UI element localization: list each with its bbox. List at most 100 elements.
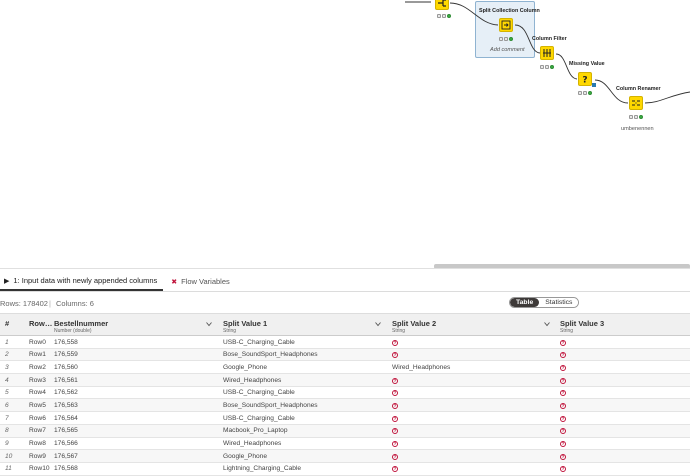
row-index[interactable]: 11 [5,465,12,472]
cell-split-value-2[interactable]: ? [392,389,398,397]
cell-split-value-1[interactable]: USB-C_Charging_Cable [223,339,295,346]
table-row[interactable]: 9 Row8 176,566 Wired_Headphones?? [0,437,690,451]
cell-bestellnummer[interactable]: 176,559 [54,351,78,358]
column-header-split-value-3[interactable]: Split Value 3 String [560,314,690,336]
tab-flow-variables[interactable]: ✖ Flow Variables [167,272,236,291]
row-id[interactable]: Row1 [29,351,46,358]
node-comment-column-renamer[interactable]: umbenennen [621,126,654,132]
row-id[interactable]: Row9 [29,453,46,460]
row-index[interactable]: 6 [5,402,9,409]
cell-split-value-3[interactable]: ? [560,389,566,397]
table-row[interactable]: 1 Row0 176,558 USB-C_Charging_Cable?? [0,336,690,349]
cell-split-value-1[interactable]: Wired_Headphones [223,440,281,447]
cell-split-value-3[interactable]: ? [560,415,566,422]
cell-split-value-1[interactable]: Bose_SoundSport_Headphones [223,351,318,358]
cell-split-value-3[interactable]: ? [560,465,566,473]
workflow-node-top-left[interactable] [435,0,449,10]
row-id[interactable]: Row7 [29,427,46,434]
cell-split-value-1[interactable]: Bose_SoundSport_Headphones [223,402,318,409]
cell-bestellnummer[interactable]: 176,567 [54,453,78,460]
missing-value-icon: ? [560,377,566,384]
cell-split-value-2[interactable]: ? [392,377,398,384]
cell-split-value-3[interactable]: ? [560,377,566,384]
cell-split-value-2[interactable]: Wired_Headphones [392,364,450,371]
row-id[interactable]: Row10 [29,465,50,472]
workflow-canvas[interactable]: Split Collection Column Add comment Colu… [0,0,690,264]
table-row[interactable]: 4 Row3 176,561 Wired_Headphones?? [0,374,690,387]
tab-input-data[interactable]: ▶ 1: Input data with newly appended colu… [0,272,164,291]
workflow-node-column-filter[interactable] [540,46,554,60]
cell-split-value-3[interactable]: ? [560,427,566,435]
cell-split-value-1[interactable]: Google_Phone [223,364,267,371]
table-row[interactable]: 11 Row10 176,568 Lightning_Charging_Cable?? [0,462,690,476]
toggle-table[interactable]: Table [510,298,540,307]
cell-bestellnummer[interactable]: 176,565 [54,427,78,434]
table-row[interactable]: 2 Row1 176,559 Bose_SoundSport_Headphones?? [0,348,690,362]
table-row[interactable]: 8 Row7 176,565 Macbook_Pro_Laptop?? [0,424,690,438]
row-index[interactable]: 5 [5,389,9,396]
chevron-down-icon[interactable] [375,321,381,327]
cell-split-value-1[interactable]: Macbook_Pro_Laptop [223,427,288,434]
row-id[interactable]: Row2 [29,364,46,371]
node-port-missing-value[interactable] [592,83,596,87]
cell-bestellnummer[interactable]: 176,558 [54,339,78,346]
cell-bestellnummer[interactable]: 176,568 [54,465,78,472]
row-index[interactable]: 3 [5,364,9,371]
column-header-split-value-2[interactable]: Split Value 2 String [392,314,554,336]
cell-split-value-3[interactable]: ? [560,440,566,447]
cell-split-value-3[interactable]: ? [560,453,566,460]
cell-bestellnummer[interactable]: 176,566 [54,440,78,447]
row-index[interactable]: 10 [5,453,12,460]
cell-split-value-3[interactable]: ? [560,402,566,409]
row-index[interactable]: 4 [5,377,9,384]
cell-split-value-2[interactable]: ? [392,453,398,460]
cell-bestellnummer[interactable]: 176,560 [54,364,78,371]
cell-bestellnummer[interactable]: 176,563 [54,402,78,409]
row-id[interactable]: Row4 [29,389,46,396]
row-id[interactable]: Row6 [29,415,46,422]
cell-split-value-2[interactable]: ? [392,415,398,422]
table-row[interactable]: 3 Row2 176,560 Google_Phone Wired_Headphones… [0,361,690,375]
row-id[interactable]: Row8 [29,440,46,447]
toggle-statistics[interactable]: Statistics [539,298,579,307]
chevron-down-icon[interactable] [206,321,212,327]
cell-split-value-2[interactable]: ? [392,351,398,359]
table-row[interactable]: 10 Row9 176,567 Google_Phone?? [0,450,690,463]
row-id[interactable]: Row3 [29,377,46,384]
cell-split-value-3[interactable]: ? [560,351,566,359]
row-index[interactable]: 9 [5,440,9,447]
chevron-down-icon[interactable] [544,321,550,327]
row-id[interactable]: Row0 [29,339,46,346]
cell-split-value-2[interactable]: ? [392,465,398,473]
column-header-split-value-1[interactable]: Split Value 1 String [223,314,385,336]
workflow-node-column-renamer[interactable] [629,96,643,110]
table-row[interactable]: 6 Row5 176,563 Bose_SoundSport_Headphones?? [0,399,690,413]
cell-split-value-2[interactable]: ? [392,339,398,346]
workflow-node-missing-value[interactable]: ? [578,72,592,86]
node-comment-split-collection-column[interactable]: Add comment [490,47,525,53]
cell-split-value-2[interactable]: ? [392,427,398,435]
table-body: 1 Row0 176,558 USB-C_Charging_Cable?? 2 Row1 1… [0,336,690,476]
column-header-bestellnummer[interactable]: Bestellnummer Number (double) [54,314,216,336]
cell-split-value-2[interactable]: ? [392,440,398,447]
cell-split-value-2[interactable]: ? [392,402,398,409]
cell-split-value-3[interactable]: ? [560,364,566,371]
cell-split-value-3[interactable]: ? [560,339,566,346]
row-index[interactable]: 2 [5,351,9,358]
row-index[interactable]: 8 [5,427,9,434]
table-row[interactable]: 7 Row6 176,564 USB-C_Charging_Cable?? [0,412,690,425]
cell-split-value-1[interactable]: Google_Phone [223,453,267,460]
cell-split-value-1[interactable]: Lightning_Charging_Cable [223,465,301,472]
cell-bestellnummer[interactable]: 176,562 [54,389,78,396]
workflow-node-split-collection-column[interactable] [499,18,513,32]
row-id[interactable]: Row5 [29,402,46,409]
table-row[interactable]: 5 Row4 176,562 USB-C_Charging_Cable?? [0,386,690,400]
cell-split-value-1[interactable]: USB-C_Charging_Cable [223,415,295,422]
cell-bestellnummer[interactable]: 176,561 [54,377,78,384]
row-index[interactable]: 7 [5,415,9,422]
cell-split-value-1[interactable]: Wired_Headphones [223,377,281,384]
row-index[interactable]: 1 [5,339,9,346]
cell-split-value-1[interactable]: USB-C_Charging_Cable [223,389,295,396]
missing-value-icon: ? [392,428,398,435]
cell-bestellnummer[interactable]: 176,564 [54,415,78,422]
